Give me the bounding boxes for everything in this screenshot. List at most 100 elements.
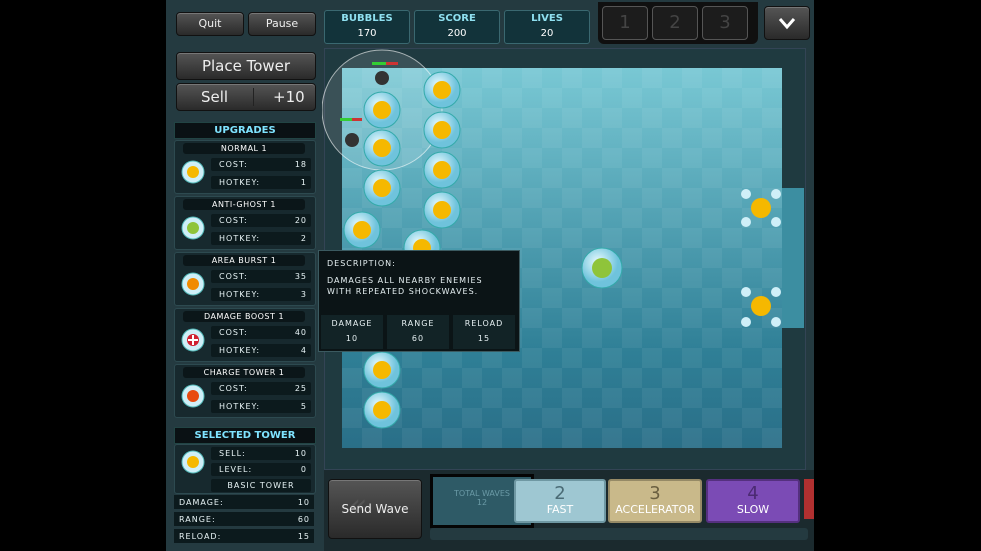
- tower[interactable]: [363, 351, 401, 389]
- tower[interactable]: [363, 129, 401, 167]
- upgrade-card-charge-tower[interactable]: CHARGE TOWER 1 COST: 25 HOTKEY: 5: [174, 364, 316, 418]
- cost-value: 25: [294, 384, 307, 393]
- tower[interactable]: [423, 191, 461, 229]
- charge-tower-icon: [181, 384, 205, 408]
- range-label: RANGE: [401, 319, 435, 328]
- tower[interactable]: [423, 151, 461, 189]
- cost-label: COST:: [219, 384, 248, 393]
- upgrade-name: CHARGE TOWER 1: [183, 367, 305, 378]
- tower-type: BASIC TOWER: [227, 481, 295, 490]
- upgrade-card-anti-ghost[interactable]: ANTI-GHOST 1 COST: 20 HOTKEY: 2: [174, 196, 316, 250]
- description-text: DAMAGES ALL NEARBY ENEMIES WITH REPEATED…: [327, 276, 483, 296]
- range-label: RANGE:: [179, 515, 216, 524]
- tower[interactable]: [363, 91, 401, 129]
- menu-button[interactable]: [764, 6, 810, 40]
- wave-number: 2: [554, 483, 566, 504]
- towers-layer: [322, 49, 623, 429]
- tower[interactable]: [363, 391, 401, 429]
- hotkey-value: 2: [300, 234, 307, 243]
- speed-1-button[interactable]: 1: [602, 6, 648, 40]
- cost-value: 20: [294, 216, 307, 225]
- hotkey-value: 5: [300, 402, 307, 411]
- cost-label: COST:: [219, 216, 248, 225]
- wave-number: 4: [747, 483, 759, 504]
- incoming-enemies: [741, 189, 781, 327]
- chevron-down-icon: [778, 18, 796, 30]
- description-title: DESCRIPTION:: [327, 259, 396, 268]
- hotkey-value: 3: [300, 290, 307, 299]
- bubbles-value: 170: [357, 28, 377, 39]
- basic-tower-icon: [181, 450, 205, 474]
- wave-item-next[interactable]: [804, 479, 814, 519]
- pause-button[interactable]: Pause: [248, 12, 316, 36]
- reload-label: RELOAD:: [179, 532, 222, 541]
- sell-button[interactable]: Sell +10: [176, 83, 316, 111]
- score-label: SCORE: [438, 13, 476, 24]
- wave-item-slow[interactable]: 4 SLOW: [706, 479, 800, 523]
- wave-progress-track: [430, 528, 808, 540]
- sell-divider: [253, 88, 254, 106]
- sell-value: +10: [273, 88, 305, 106]
- score-value: 200: [447, 28, 467, 39]
- selected-tower-title: SELECTED TOWER: [174, 427, 316, 444]
- enemy-bubble: [741, 189, 781, 227]
- upgrade-card-area-burst[interactable]: AREA BURST 1 COST: 35 HOTKEY: 3: [174, 252, 316, 306]
- score-stat: SCORE 200: [414, 10, 500, 44]
- wave-name: ACCELERATOR: [615, 503, 695, 516]
- bubbles-stat: BUBBLES 170: [324, 10, 410, 44]
- sell-label: Sell: [201, 88, 229, 106]
- sell-label: SELL:: [219, 449, 246, 458]
- reload-value: 15: [477, 334, 491, 343]
- enemy-bubble: [741, 287, 781, 327]
- quit-button[interactable]: Quit: [176, 12, 244, 36]
- cost-label: COST:: [219, 160, 248, 169]
- hotkey-label: HOTKEY:: [219, 178, 261, 187]
- reload-label: RELOAD: [464, 319, 504, 328]
- damage-value: 10: [297, 498, 310, 507]
- range-value: 60: [297, 515, 310, 524]
- hotkey-label: HOTKEY:: [219, 402, 261, 411]
- send-wave-button[interactable]: « Send Wave: [328, 479, 422, 539]
- damage-boost-tower-icon: [181, 328, 205, 352]
- hotkey-value: 4: [300, 346, 307, 355]
- wave-number: 3: [649, 483, 661, 504]
- tower[interactable]: [363, 169, 401, 207]
- place-tower-button[interactable]: Place Tower: [176, 52, 316, 80]
- cost-value: 35: [294, 272, 307, 281]
- wave-item-fast[interactable]: 2 FAST: [514, 479, 606, 523]
- cost-value: 40: [294, 328, 307, 337]
- wave-item-accelerator[interactable]: 3 ACCELERATOR: [608, 479, 702, 523]
- upgrades-title: UPGRADES: [174, 122, 316, 139]
- lives-value: 20: [540, 28, 554, 39]
- hotkey-label: HOTKEY:: [219, 346, 261, 355]
- range-value: 60: [411, 334, 425, 343]
- selected-tower-card: SELL: 10 LEVEL: 0 BASIC TOWER: [174, 444, 316, 494]
- upgrade-name: NORMAL 1: [183, 143, 305, 154]
- speed-3-button[interactable]: 3: [702, 6, 748, 40]
- cost-value: 18: [294, 160, 307, 169]
- damage-label: DAMAGE:: [179, 498, 224, 507]
- tower[interactable]: [343, 211, 381, 249]
- level-value: 0: [300, 465, 307, 474]
- damage-label: DAMAGE: [331, 319, 373, 328]
- upgrade-card-damage-boost[interactable]: DAMAGE BOOST 1 COST: 40 HOTKEY: 4: [174, 308, 316, 362]
- send-wave-label: Send Wave: [341, 502, 409, 516]
- hotkey-label: HOTKEY:: [219, 234, 261, 243]
- upgrade-name: AREA BURST 1: [183, 255, 305, 266]
- area-burst-tower-icon: [181, 272, 205, 296]
- tower-description-tooltip: DESCRIPTION: DAMAGES ALL NEARBY ENEMIES …: [318, 250, 520, 352]
- anti-ghost-tower[interactable]: [581, 247, 623, 289]
- tower[interactable]: [423, 71, 461, 109]
- speed-2-button[interactable]: 2: [652, 6, 698, 40]
- tower[interactable]: [423, 111, 461, 149]
- game-window: Quit Pause BUBBLES 170 SCORE 200 LIVES 2…: [166, 0, 814, 551]
- sell-value: 10: [294, 449, 307, 458]
- upgrade-card-normal[interactable]: NORMAL 1 COST: 18 HOTKEY: 1: [174, 140, 316, 194]
- hotkey-value: 1: [300, 178, 307, 187]
- lives-label: LIVES: [531, 13, 563, 24]
- upgrade-name: ANTI-GHOST 1: [183, 199, 305, 210]
- anti-ghost-tower-icon: [181, 216, 205, 240]
- upgrade-name: DAMAGE BOOST 1: [183, 311, 305, 322]
- bubbles-label: BUBBLES: [341, 13, 393, 24]
- level-label: LEVEL:: [219, 465, 253, 474]
